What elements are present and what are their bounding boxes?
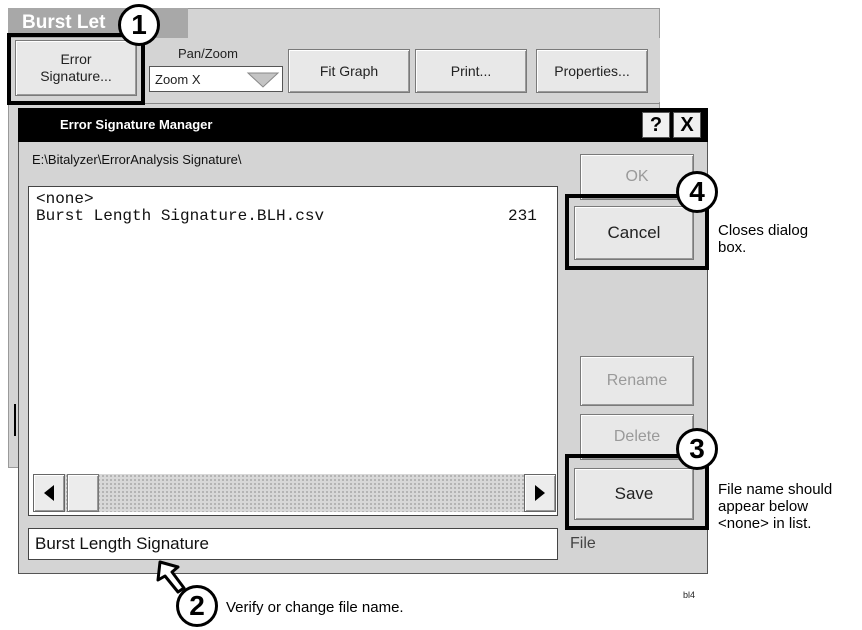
- horizontal-scrollbar[interactable]: [33, 474, 555, 512]
- pan-zoom-label: Pan/Zoom: [178, 46, 238, 61]
- print-button[interactable]: Print...: [415, 49, 527, 93]
- callout-number-2: 2: [176, 585, 218, 627]
- signature-list[interactable]: [28, 186, 558, 516]
- save-note: File name should appear below <none> in …: [718, 481, 832, 532]
- close-button[interactable]: X: [673, 112, 701, 138]
- scroll-left-button[interactable]: [33, 474, 65, 512]
- rename-button[interactable]: Rename: [580, 356, 694, 406]
- error-signature-button[interactable]: Error Signature...: [15, 40, 137, 96]
- pan-zoom-value: Zoom X: [155, 72, 201, 87]
- scroll-thumb[interactable]: [67, 474, 99, 512]
- callout-number-1: 1: [118, 4, 160, 46]
- signature-path: E:\Bitalyzer\ErrorAnalysis Signature\: [32, 152, 242, 167]
- pan-zoom-select[interactable]: Zoom X: [149, 66, 283, 92]
- arrow-right-icon: [535, 485, 545, 501]
- callout-number-4: 4: [676, 171, 718, 213]
- save-note-line: File name should: [718, 481, 833, 498]
- arrow-left-icon: [44, 485, 54, 501]
- callout-number-3: 3: [676, 428, 718, 470]
- cancel-note-line: Closes dialog: [718, 222, 809, 239]
- chevron-down-icon: [246, 72, 280, 88]
- cancel-note: Closes dialog box.: [718, 222, 808, 256]
- window-edge-marker: [14, 404, 16, 436]
- file-label: File: [570, 535, 596, 552]
- list-item-name[interactable]: <none>: [36, 190, 94, 208]
- save-note-line: appear below: [718, 498, 809, 515]
- help-button[interactable]: ?: [642, 112, 670, 138]
- save-note-line: <none> in list.: [718, 515, 812, 532]
- name-note: Verify or change file name.: [226, 599, 404, 616]
- file-name-field[interactable]: Burst Length Signature: [28, 528, 558, 560]
- save-button[interactable]: Save: [574, 468, 694, 520]
- fit-graph-button[interactable]: Fit Graph: [288, 49, 410, 93]
- cancel-note-line: box.: [718, 239, 747, 256]
- dialog-title: Error Signature Manager: [18, 108, 708, 142]
- list-item-name[interactable]: Burst Length Signature.BLH.csv: [36, 207, 324, 225]
- properties-button[interactable]: Properties...: [536, 49, 648, 93]
- cancel-button[interactable]: Cancel: [574, 206, 694, 260]
- scroll-right-button[interactable]: [524, 474, 556, 512]
- list-item-value: 231: [508, 207, 537, 225]
- figure-id: bl4: [683, 590, 696, 600]
- error-signature-button-label: Error Signature...: [40, 51, 112, 84]
